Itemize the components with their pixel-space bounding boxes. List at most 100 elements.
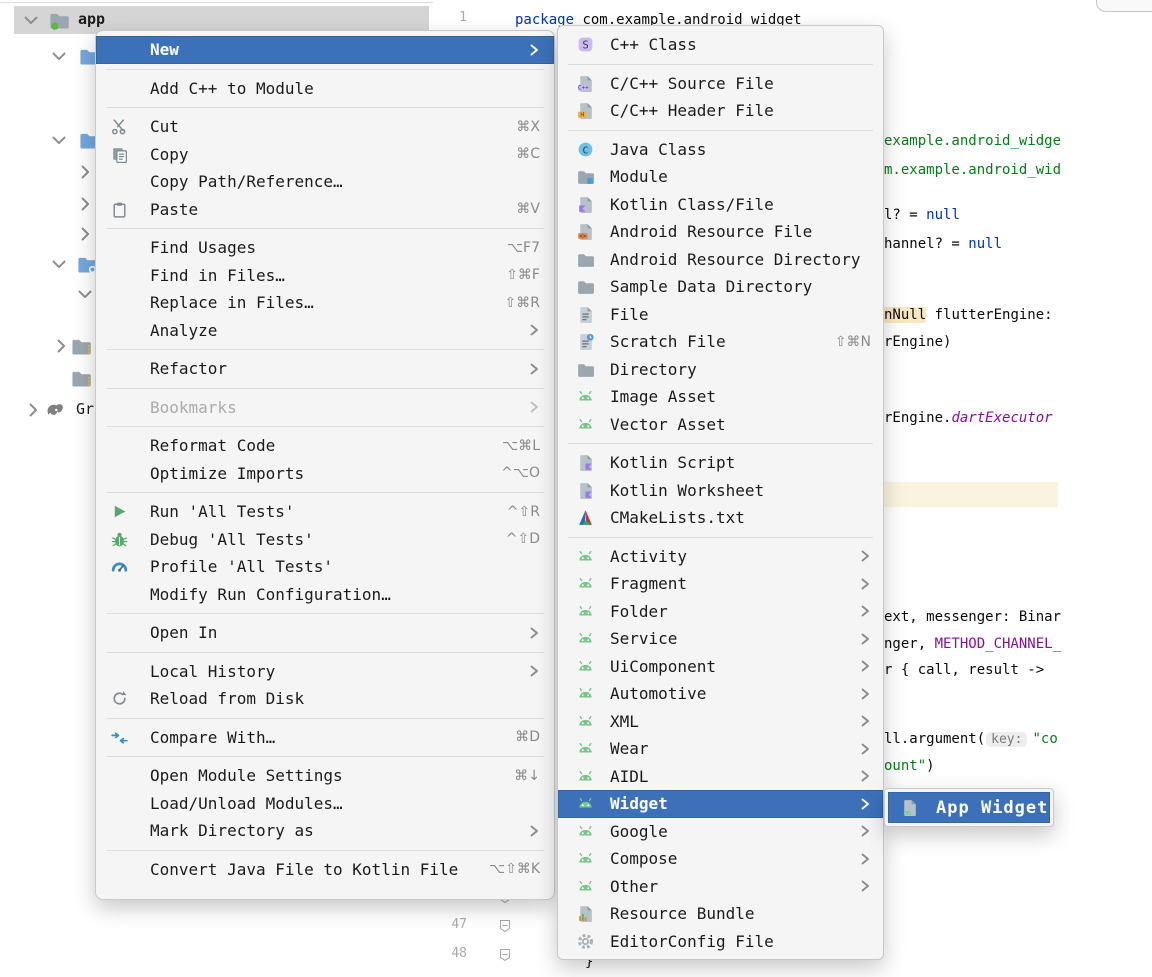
submenu-arrow-icon — [526, 363, 540, 375]
chevron-right-icon[interactable] — [74, 161, 96, 183]
menu-item-c-class[interactable]: SC++ Class — [558, 31, 883, 59]
code-token: null — [968, 236, 1002, 252]
menu-item-find-in-files[interactable]: Find in Files…⇧⌘F — [96, 262, 554, 290]
menu-item-analyze[interactable]: Analyze — [96, 317, 554, 345]
menu-item-module[interactable]: Module — [558, 163, 883, 191]
menu-item-label: Reformat Code — [150, 436, 490, 455]
menu-separator — [106, 69, 544, 70]
menu-item-icon-spacer — [110, 397, 136, 417]
menu-item-vector-asset[interactable]: Vector Asset — [558, 411, 883, 439]
menu-item-kotlin-class-file[interactable]: Kotlin Class/File — [558, 191, 883, 219]
menu-item-refactor[interactable]: Refactor — [96, 355, 554, 383]
chevron-right-icon[interactable] — [74, 223, 96, 245]
menu-item-java-class[interactable]: CJava Class — [558, 136, 883, 164]
chevron-down-icon[interactable] — [20, 9, 42, 31]
menu-item-profile-all-tests[interactable]: Profile 'All Tests' — [96, 553, 554, 581]
menu-item-new[interactable]: New — [96, 36, 554, 64]
menu-item-bookmarks[interactable]: Bookmarks — [96, 394, 554, 422]
menu-item-c-c-source-file[interactable]: C++C/C++ Source File — [558, 70, 883, 98]
chevron-right-icon[interactable] — [22, 399, 44, 421]
submenu-arrow-icon — [857, 550, 871, 562]
menu-item-load-unload-modules[interactable]: Load/Unload Modules… — [96, 790, 554, 818]
menu-item-reload-from-disk[interactable]: Reload from Disk — [96, 685, 554, 713]
menu-item-icon-spacer — [110, 584, 136, 604]
menu-item-widget[interactable]: Widget — [558, 790, 883, 818]
menu-item-optimize-imports[interactable]: Optimize Imports^⌥O — [96, 460, 554, 488]
menu-separator — [106, 652, 544, 653]
menu-separator — [106, 613, 544, 614]
menu-item-shortcut: ⌥⇧⌘K — [489, 861, 540, 877]
menu-item-resource-bundle[interactable]: Resource Bundle — [558, 900, 883, 928]
menu-item-mark-directory-as[interactable]: Mark Directory as — [96, 817, 554, 845]
kotlin-script-icon — [576, 480, 602, 500]
menu-item-c-c-header-file[interactable]: HC/C++ Header File — [558, 97, 883, 125]
chevron-down-icon[interactable] — [48, 45, 70, 67]
menu-item-debug-all-tests[interactable]: Debug 'All Tests'^⇧D — [96, 526, 554, 554]
menu-item-label: Copy Path/Reference… — [150, 172, 540, 191]
menu-item-copy[interactable]: Copy⌘C — [96, 141, 554, 169]
menu-item-file[interactable]: File — [558, 301, 883, 329]
menu-item-label: Java Class — [610, 140, 871, 159]
menu-item-xml[interactable]: XML — [558, 708, 883, 736]
chevron-right-icon[interactable] — [50, 335, 72, 357]
menu-item-folder[interactable]: Folder — [558, 598, 883, 626]
fold-marker-icon[interactable] — [499, 948, 511, 962]
menu-item-local-history[interactable]: Local History — [96, 658, 554, 686]
menu-item-directory[interactable]: Directory — [558, 356, 883, 384]
menu-item-editorconfig-file[interactable]: EditorConfig File — [558, 928, 883, 956]
menu-item-label: Google — [610, 822, 857, 841]
menu-item-kotlin-script[interactable]: Kotlin Script — [558, 449, 883, 477]
menu-item-image-asset[interactable]: Image Asset — [558, 383, 883, 411]
menu-item-service[interactable]: Service — [558, 625, 883, 653]
menu-item-other[interactable]: Other — [558, 873, 883, 901]
menu-item-cmakelists-txt[interactable]: CMakeLists.txt — [558, 504, 883, 532]
menu-item-open-in[interactable]: Open In — [96, 619, 554, 647]
code-line: m.example.android_wid — [884, 160, 1061, 180]
code-token: ll.argument( — [884, 731, 985, 747]
menu-item-convert-java-file-to-kotlin-file[interactable]: Convert Java File to Kotlin File⌥⇧⌘K — [96, 856, 554, 884]
menu-item-fragment[interactable]: Fragment — [558, 570, 883, 598]
menu-item-aidl[interactable]: AIDL — [558, 763, 883, 791]
menu-item-copy-path-reference[interactable]: Copy Path/Reference… — [96, 168, 554, 196]
chevron-down-icon[interactable] — [74, 283, 96, 305]
menu-item-label: Android Resource File — [610, 222, 871, 241]
menu-item-sample-data-directory[interactable]: Sample Data Directory — [558, 273, 883, 301]
menu-item-add-c-to-module[interactable]: Add C++ to Module — [96, 75, 554, 103]
menu-item-compose[interactable]: Compose — [558, 845, 883, 873]
menu-item-android-resource-directory[interactable]: Android Resource Directory — [558, 246, 883, 274]
menu-item-uicomponent[interactable]: UiComponent — [558, 653, 883, 681]
submenu-arrow-icon — [857, 715, 871, 727]
chevron-down-icon[interactable] — [48, 129, 70, 151]
menu-item-open-module-settings[interactable]: Open Module Settings⌘↓ — [96, 762, 554, 790]
menu-item-cut[interactable]: Cut⌘X — [96, 113, 554, 141]
android-icon — [576, 739, 602, 759]
chevron-right-icon[interactable] — [74, 193, 96, 215]
menu-item-compare-with[interactable]: Compare With…⌘D — [96, 724, 554, 752]
submenu-arrow-icon — [857, 880, 871, 892]
submenu-arrow-icon — [526, 44, 540, 56]
menu-item-wear[interactable]: Wear — [558, 735, 883, 763]
chevron-down-icon[interactable] — [48, 253, 70, 275]
menu-item-activity[interactable]: Activity — [558, 543, 883, 571]
menu-item-modify-run-configuration[interactable]: Modify Run Configuration… — [96, 581, 554, 609]
submenu-arrow-icon — [857, 770, 871, 782]
menu-item-run-all-tests[interactable]: Run 'All Tests'^⇧R — [96, 498, 554, 526]
menu-item-kotlin-worksheet[interactable]: Kotlin Worksheet — [558, 477, 883, 505]
menu-item-label: C/C++ Header File — [610, 101, 871, 120]
compare-icon — [110, 727, 136, 747]
fold-marker-icon[interactable] — [499, 919, 511, 933]
code-token: m.example.android_wid — [884, 162, 1061, 178]
menu-item-shortcut: ^⇧D — [506, 531, 540, 547]
menu-item-replace-in-files[interactable]: Replace in Files…⇧⌘R — [96, 289, 554, 317]
menu-item-find-usages[interactable]: Find Usages⌥F7 — [96, 234, 554, 262]
menu-item-automotive[interactable]: Automotive — [558, 680, 883, 708]
menu-separator — [106, 228, 544, 229]
menu-item-google[interactable]: Google — [558, 818, 883, 846]
cpp-source-icon: C++ — [576, 73, 602, 93]
menu-item-scratch-file[interactable]: Scratch File⇧⌘N — [558, 328, 883, 356]
menu-item-label: Sample Data Directory — [610, 277, 871, 296]
menu-item-paste[interactable]: Paste⌘V — [96, 196, 554, 224]
menu-item-reformat-code[interactable]: Reformat Code⌥⌘L — [96, 432, 554, 460]
menu-item-android-resource-file[interactable]: <>Android Resource File — [558, 218, 883, 246]
menu-item-app-widget[interactable]: App Widget — [888, 792, 1050, 823]
